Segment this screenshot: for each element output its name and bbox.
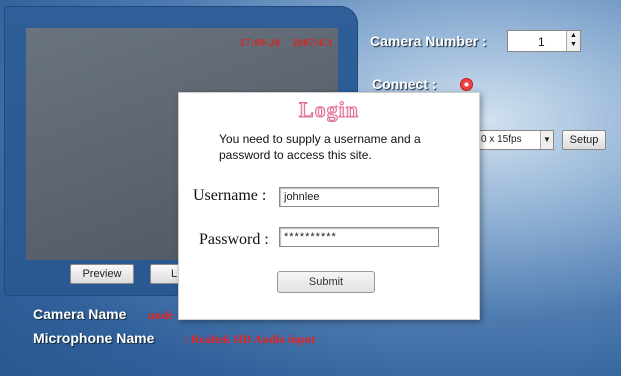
microphone-name-value: : Realtek HD Audio input bbox=[184, 332, 316, 346]
login-dialog: Login You need to supply a username and … bbox=[178, 92, 480, 320]
password-label: Password : bbox=[199, 231, 269, 248]
resolution-value: 0 x 15fps bbox=[481, 134, 522, 145]
camera-number-value: 1 bbox=[538, 35, 545, 49]
connect-label: Connect : bbox=[372, 76, 437, 92]
video-osd-timestamp: 17:09:20 2007/4/3 bbox=[240, 38, 332, 49]
username-input[interactable]: johnlee bbox=[279, 187, 439, 207]
chevron-down-icon[interactable]: ▼ bbox=[540, 131, 553, 149]
camera-number-stepper[interactable]: 1 ▲ ▼ bbox=[507, 30, 581, 52]
camera-name-value: unde bbox=[148, 308, 174, 322]
username-label: Username : bbox=[193, 187, 267, 204]
setup-button[interactable]: Setup bbox=[562, 130, 606, 150]
osd-date: 2007/4/3 bbox=[292, 38, 332, 49]
connect-status-dot-icon[interactable] bbox=[460, 78, 473, 91]
login-title: Login bbox=[298, 97, 360, 123]
microphone-name-label: Microphone Name bbox=[33, 330, 155, 346]
submit-button[interactable]: Submit bbox=[277, 271, 375, 293]
camera-name-label: Camera Name bbox=[33, 306, 127, 322]
resolution-select[interactable]: 0 x 15fps ▼ bbox=[478, 130, 554, 150]
spinner-arrows-icon[interactable]: ▲ ▼ bbox=[566, 31, 580, 51]
camera-number-label: Camera Number : bbox=[370, 33, 487, 49]
preview-button[interactable]: Preview bbox=[70, 264, 134, 284]
password-input[interactable]: ********** bbox=[279, 227, 439, 247]
login-message: You need to supply a username and a pass… bbox=[219, 132, 421, 162]
osd-time: 17:09:20 bbox=[239, 38, 281, 49]
